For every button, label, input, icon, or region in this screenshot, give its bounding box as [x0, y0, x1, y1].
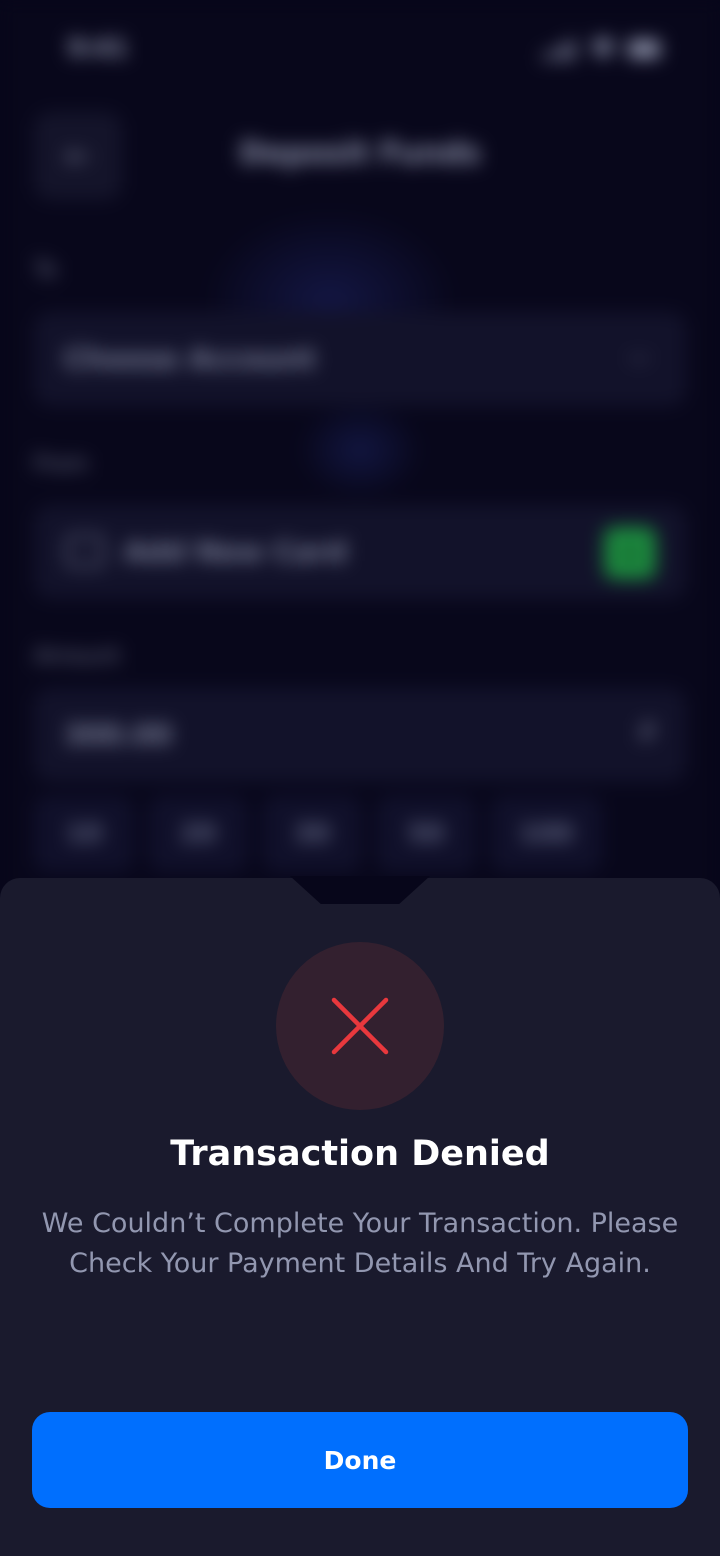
screen: 9:41 ← Deposit Funds To Choose Account ﹀…	[0, 0, 720, 1556]
quick-amount-chip[interactable]: 100	[490, 796, 602, 872]
page-title: Deposit Funds	[239, 136, 481, 171]
dialog-message: We Couldn’t Complete Your Transaction. P…	[41, 1208, 679, 1279]
quick-amount-chip[interactable]: 50	[376, 796, 476, 872]
amount-input[interactable]: 300.00 ₽	[34, 688, 686, 782]
quick-amounts: 10 20 30 50 100	[34, 796, 602, 872]
amount-value: 300.00	[64, 718, 173, 751]
transaction-denied-sheet: Transaction Denied We Couldn’t Complete …	[0, 876, 720, 1556]
add-new-card-field[interactable]: Add New Card +	[34, 505, 686, 599]
signal-icon	[542, 38, 578, 60]
from-label: From	[34, 452, 89, 477]
choose-account-text: Choose Account	[64, 342, 316, 375]
header: ← Deposit Funds	[34, 112, 686, 200]
quick-amount-chip[interactable]: 10	[34, 796, 134, 872]
add-new-card-text: Add New Card	[124, 535, 347, 568]
choose-account-select[interactable]: Choose Account ﹀	[34, 312, 686, 406]
error-badge	[276, 942, 444, 1110]
sheet-notch	[290, 876, 430, 904]
status-bar: 9:41	[68, 28, 660, 72]
quick-amount-chip[interactable]: 30	[262, 796, 362, 872]
amount-label: Amount	[34, 644, 121, 669]
card-icon	[66, 535, 104, 567]
quick-amount-chip[interactable]: 20	[148, 796, 248, 872]
currency-symbol: ₽	[639, 718, 656, 748]
dialog-title: Transaction Denied	[170, 1134, 550, 1174]
done-button[interactable]: Done	[32, 1412, 688, 1508]
to-label: To	[34, 258, 58, 283]
plus-icon: +	[616, 534, 644, 572]
battery-icon	[628, 40, 660, 58]
add-card-button[interactable]: +	[604, 527, 656, 579]
wifi-icon	[590, 38, 616, 60]
chevron-down-icon: ﹀	[627, 354, 650, 379]
close-x-icon	[331, 997, 389, 1055]
status-icons	[542, 38, 660, 60]
status-time: 9:41	[68, 34, 128, 62]
